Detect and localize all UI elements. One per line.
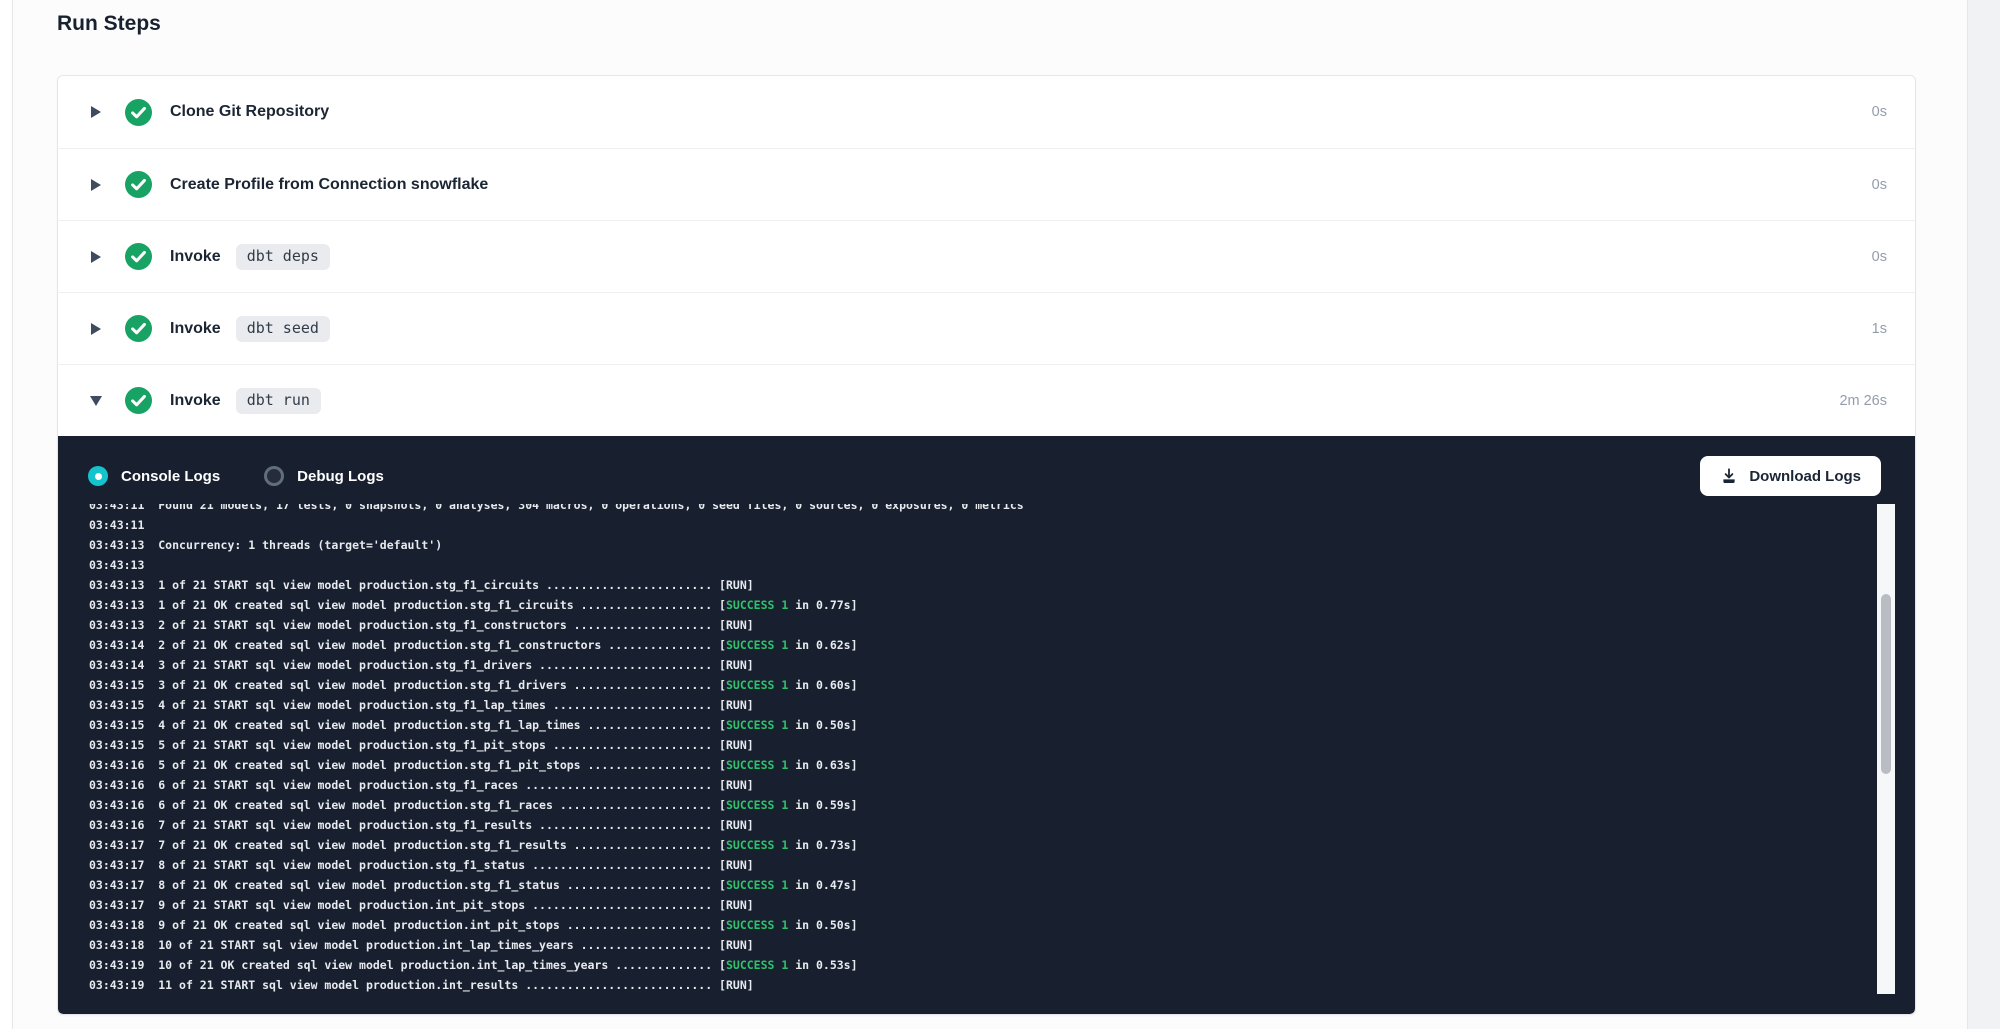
run-steps-card: Clone Git Repository0sCreate Profile fro… xyxy=(57,75,1916,1015)
run-steps-list: Clone Git Repository0sCreate Profile fro… xyxy=(58,76,1915,436)
log-line: 03:43:17 8 of 21 START sql view model pr… xyxy=(89,855,1915,875)
log-line: 03:43:14 2 of 21 OK created sql view mod… xyxy=(89,635,1915,655)
download-icon xyxy=(1720,467,1738,485)
log-line: 03:43:17 7 of 21 OK created sql view mod… xyxy=(89,835,1915,855)
chevron-right-icon[interactable] xyxy=(88,106,104,118)
log-line: 03:43:14 3 of 21 START sql view model pr… xyxy=(89,655,1915,675)
log-line: 03:43:18 10 of 21 START sql view model p… xyxy=(89,935,1915,955)
log-line: 03:43:16 6 of 21 OK created sql view mod… xyxy=(89,795,1915,815)
step-title: Invoke xyxy=(170,320,221,338)
log-line: 03:43:15 4 of 21 START sql view model pr… xyxy=(89,695,1915,715)
radio-console-logs[interactable]: Console Logs xyxy=(88,466,220,486)
log-line: 03:43:18 9 of 21 OK created sql view mod… xyxy=(89,915,1915,935)
step-title: Invoke xyxy=(170,248,221,266)
radio-debug-logs-label: Debug Logs xyxy=(297,468,384,485)
chevron-down-icon[interactable] xyxy=(88,396,104,406)
console-log-output[interactable]: 03:43:11 Found 21 models, 17 tests, 0 sn… xyxy=(58,504,1915,1004)
log-line: 03:43:13 xyxy=(89,555,1915,575)
log-line: 03:43:17 8 of 21 OK created sql view mod… xyxy=(89,875,1915,895)
log-line: 03:43:16 5 of 21 OK created sql view mod… xyxy=(89,755,1915,775)
log-line: 03:43:11 Found 21 models, 17 tests, 0 sn… xyxy=(89,504,1915,515)
log-line: 03:43:13 Concurrency: 1 threads (target=… xyxy=(89,535,1915,555)
log-line: 03:43:19 11 of 21 START sql view model p… xyxy=(89,975,1915,995)
right-gutter xyxy=(1967,0,2000,1029)
console-header: Console Logs Debug Logs Download Logs xyxy=(58,436,1915,500)
step-duration: 0s xyxy=(1872,249,1887,265)
console-panel: Console Logs Debug Logs Download Logs 03… xyxy=(58,436,1915,1014)
log-lines: 03:43:11 Found 21 models, 17 tests, 0 sn… xyxy=(58,504,1915,995)
download-logs-button[interactable]: Download Logs xyxy=(1700,456,1881,496)
success-check-icon xyxy=(125,315,152,342)
step-command-badge: dbt run xyxy=(236,388,321,414)
step-row[interactable]: Create Profile from Connection snowflake… xyxy=(58,148,1915,220)
log-scrollbar[interactable] xyxy=(1877,504,1895,994)
radio-unselected-icon[interactable] xyxy=(264,466,284,486)
chevron-right-icon[interactable] xyxy=(88,323,104,335)
log-line: 03:43:16 7 of 21 START sql view model pr… xyxy=(89,815,1915,835)
success-check-icon xyxy=(125,171,152,198)
download-logs-label: Download Logs xyxy=(1749,468,1861,485)
step-row[interactable]: Clone Git Repository 0s xyxy=(58,76,1915,148)
success-check-icon xyxy=(125,99,152,126)
log-line: 03:43:13 1 of 21 START sql view model pr… xyxy=(89,575,1915,595)
page-title: Run Steps xyxy=(57,12,161,36)
step-command-badge: dbt deps xyxy=(236,244,330,270)
success-check-icon xyxy=(125,387,152,414)
radio-debug-logs[interactable]: Debug Logs xyxy=(264,466,384,486)
step-duration: 0s xyxy=(1872,177,1887,193)
log-line: 03:43:15 5 of 21 START sql view model pr… xyxy=(89,735,1915,755)
radio-console-logs-label: Console Logs xyxy=(121,468,220,485)
chevron-right-icon[interactable] xyxy=(88,179,104,191)
chevron-right-icon[interactable] xyxy=(88,251,104,263)
left-gutter xyxy=(0,0,13,1029)
step-title: Clone Git Repository xyxy=(170,103,329,121)
step-duration: 2m 26s xyxy=(1839,393,1887,409)
step-duration: 1s xyxy=(1872,321,1887,337)
step-duration: 0s xyxy=(1872,104,1887,120)
log-line: 03:43:19 10 of 21 OK created sql view mo… xyxy=(89,955,1915,975)
step-row[interactable]: Invoke dbt deps 0s xyxy=(58,220,1915,292)
log-line: 03:43:13 2 of 21 START sql view model pr… xyxy=(89,615,1915,635)
log-line: 03:43:15 3 of 21 OK created sql view mod… xyxy=(89,675,1915,695)
radio-selected-icon[interactable] xyxy=(88,466,108,486)
step-title: Invoke xyxy=(170,392,221,410)
success-check-icon xyxy=(125,243,152,270)
step-row[interactable]: Invoke dbt run 2m 26s xyxy=(58,364,1915,436)
step-command-badge: dbt seed xyxy=(236,316,330,342)
log-line: 03:43:11 xyxy=(89,515,1915,535)
log-line: 03:43:13 1 of 21 OK created sql view mod… xyxy=(89,595,1915,615)
step-title: Create Profile from Connection snowflake xyxy=(170,176,488,194)
log-line: 03:43:16 6 of 21 START sql view model pr… xyxy=(89,775,1915,795)
log-line: 03:43:17 9 of 21 START sql view model pr… xyxy=(89,895,1915,915)
log-line: 03:43:15 4 of 21 OK created sql view mod… xyxy=(89,715,1915,735)
step-row[interactable]: Invoke dbt seed 1s xyxy=(58,292,1915,364)
log-scrollbar-thumb[interactable] xyxy=(1881,594,1891,774)
